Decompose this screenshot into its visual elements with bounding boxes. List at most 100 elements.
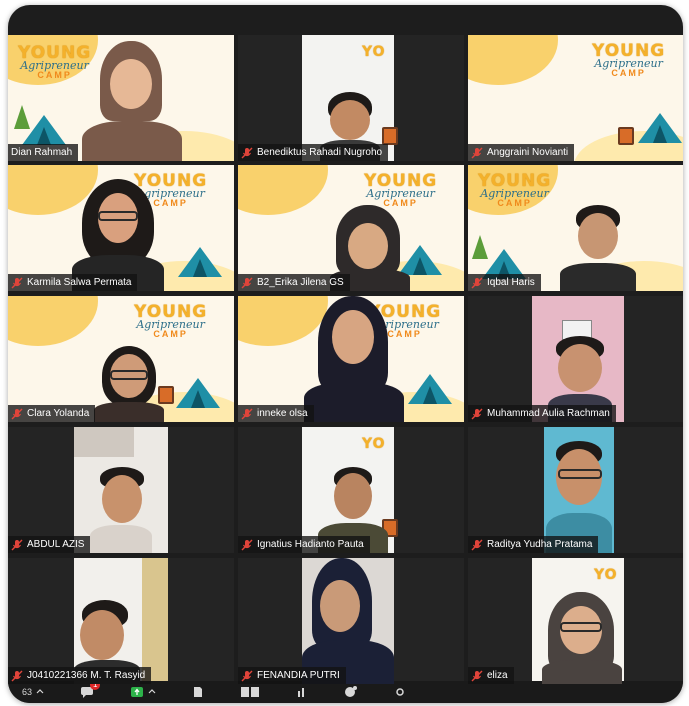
gear-icon <box>396 688 404 696</box>
video-tile[interactable]: Raditya Yudha Pratama <box>468 427 683 553</box>
mic-muted-icon <box>471 277 483 288</box>
participant-name: eliza <box>487 670 508 681</box>
window-grille <box>74 427 134 457</box>
mic-muted-icon <box>471 408 483 419</box>
tent-graphic <box>638 113 682 143</box>
lantern-graphic <box>382 127 398 145</box>
participant-video <box>560 205 636 291</box>
participant-name: Anggraini Novianti <box>487 147 569 158</box>
chat-button[interactable]: 1 <box>80 679 101 698</box>
participant-name: J0410221366 M. T. Rasyid <box>27 670 146 681</box>
video-tile[interactable]: ABDUL AZIS <box>8 427 234 553</box>
settings-button[interactable] <box>394 686 406 698</box>
participant-name-bar: Anggraini Novianti <box>468 144 575 161</box>
chevron-up-icon <box>148 689 156 694</box>
participants-button[interactable]: 63 <box>22 687 44 697</box>
participants-count: 63 <box>22 687 33 697</box>
camp-logo: YO <box>594 567 618 583</box>
door-frame <box>142 558 168 684</box>
meeting-window: YOUNG Agripreneur CAMP Dian Rahmah YO Be… <box>8 5 683 703</box>
participant-name-bar: Clara Yolanda <box>8 405 96 422</box>
mic-muted-icon <box>471 539 483 550</box>
mic-muted-icon <box>11 670 23 681</box>
video-tile[interactable]: YOUNG Agripreneur CAMP inneke olsa <box>238 296 464 422</box>
chevron-up-icon <box>36 689 44 694</box>
camp-logo: YOUNG Agripreneur CAMP <box>478 171 552 208</box>
participant-name: Dian Rahmah <box>11 147 73 158</box>
participant-video <box>90 467 152 553</box>
participant-name: Iqbal Haris <box>487 277 535 288</box>
video-tile[interactable]: YOUNG Agripreneur CAMP Clara Yolanda <box>8 296 234 422</box>
video-tile[interactable]: YOUNG Agripreneur CAMP Anggraini Novianti <box>468 35 683 161</box>
participant-name: Raditya Yudha Pratama <box>487 539 593 550</box>
record-button[interactable] <box>192 686 204 698</box>
participant-name: Ignatius Hadianto Pauta <box>257 539 364 550</box>
share-button[interactable] <box>130 686 156 698</box>
video-tile[interactable]: YOUNG Agripreneur CAMP Dian Rahmah <box>8 35 234 161</box>
participant-name: FENANDIA PUTRI <box>257 670 340 681</box>
camp-logo: YOUNG Agripreneur CAMP <box>134 302 208 339</box>
participant-name: Muhammad Aulia Rachman <box>487 408 610 419</box>
participant-name-bar: inneke olsa <box>238 405 314 422</box>
participant-name-bar: Ignatius Hadianto Pauta <box>238 536 370 553</box>
camp-logo: YOUNG Agripreneur CAMP <box>364 171 438 208</box>
mic-muted-icon <box>241 277 253 288</box>
mic-muted-icon <box>471 670 483 681</box>
participant-name: Clara Yolanda <box>27 408 90 419</box>
participant-name-bar: eliza <box>468 667 514 684</box>
participant-name-bar: Dian Rahmah <box>8 144 79 161</box>
participant-name-bar: ABDUL AZIS <box>8 536 91 553</box>
tent-graphic <box>176 378 220 408</box>
meeting-toolbar: 63 1 <box>8 679 683 703</box>
video-tile[interactable]: YOUNG Agripreneur CAMP B2_Erika Jilena GS <box>238 165 464 291</box>
participant-video <box>302 558 394 684</box>
video-tile[interactable]: Muhammad Aulia Rachman <box>468 296 683 422</box>
participant-name-bar: Raditya Yudha Pratama <box>468 536 599 553</box>
more-button[interactable] <box>344 686 358 698</box>
bar-chart-icon <box>298 688 305 697</box>
camp-logo: YOUNG Agripreneur CAMP <box>592 41 666 78</box>
video-tile[interactable]: YOUNG Agripreneur CAMP Iqbal Haris <box>468 165 683 291</box>
participant-name: B2_Erika Jilena GS <box>257 277 344 288</box>
emoji-icon <box>345 686 358 697</box>
video-grid: YOUNG Agripreneur CAMP Dian Rahmah YO Be… <box>8 35 683 685</box>
mic-muted-icon <box>11 539 23 550</box>
virtual-background: YOUNG Agripreneur CAMP <box>468 35 683 161</box>
camp-logo: YO <box>362 436 386 452</box>
video-tile[interactable]: FENANDIA PUTRI <box>238 558 464 684</box>
tent-graphic <box>178 247 222 277</box>
mic-muted-icon <box>11 277 23 288</box>
participant-name-bar: Muhammad Aulia Rachman <box>468 405 616 422</box>
mic-muted-icon <box>11 408 23 419</box>
participant-name: ABDUL AZIS <box>27 539 85 550</box>
participant-video <box>94 346 164 422</box>
video-tile[interactable]: YO Benediktus Rahadi Nugroho <box>238 35 464 161</box>
tent-graphic <box>408 374 452 404</box>
participant-video <box>304 296 404 422</box>
mic-muted-icon <box>471 147 483 158</box>
video-tile[interactable]: YO Ignatius Hadianto Pauta <box>238 427 464 553</box>
participant-name: Benediktus Rahadi Nugroho <box>257 147 383 158</box>
view-button[interactable] <box>240 686 260 698</box>
mic-muted-icon <box>241 408 253 419</box>
tent-graphic <box>22 115 66 145</box>
participant-name-bar: B2_Erika Jilena GS <box>238 274 350 291</box>
reactions-button[interactable] <box>296 686 308 698</box>
lantern-graphic <box>618 127 634 145</box>
mic-muted-icon <box>241 670 253 681</box>
participant-name-bar: Iqbal Haris <box>468 274 541 291</box>
participant-name: inneke olsa <box>257 408 308 419</box>
participant-name-bar: Benediktus Rahadi Nugroho <box>238 144 389 161</box>
participant-name-bar: FENANDIA PUTRI <box>238 667 346 684</box>
participant-name-bar: J0410221366 M. T. Rasyid <box>8 667 152 684</box>
participant-name-bar: Karmila Salwa Permata <box>8 274 138 291</box>
video-tile[interactable]: YO eliza <box>468 558 683 684</box>
video-tile[interactable]: YOUNG Agripreneur CAMP Karmila Salwa Perma… <box>8 165 234 291</box>
gallery-view-icon <box>241 687 260 697</box>
video-tile[interactable]: J0410221366 M. T. Rasyid <box>8 558 234 684</box>
participant-name: Karmila Salwa Permata <box>27 277 132 288</box>
document-icon <box>194 687 203 697</box>
mic-muted-icon <box>241 539 253 550</box>
participant-video <box>78 41 188 161</box>
mic-muted-icon <box>241 147 253 158</box>
